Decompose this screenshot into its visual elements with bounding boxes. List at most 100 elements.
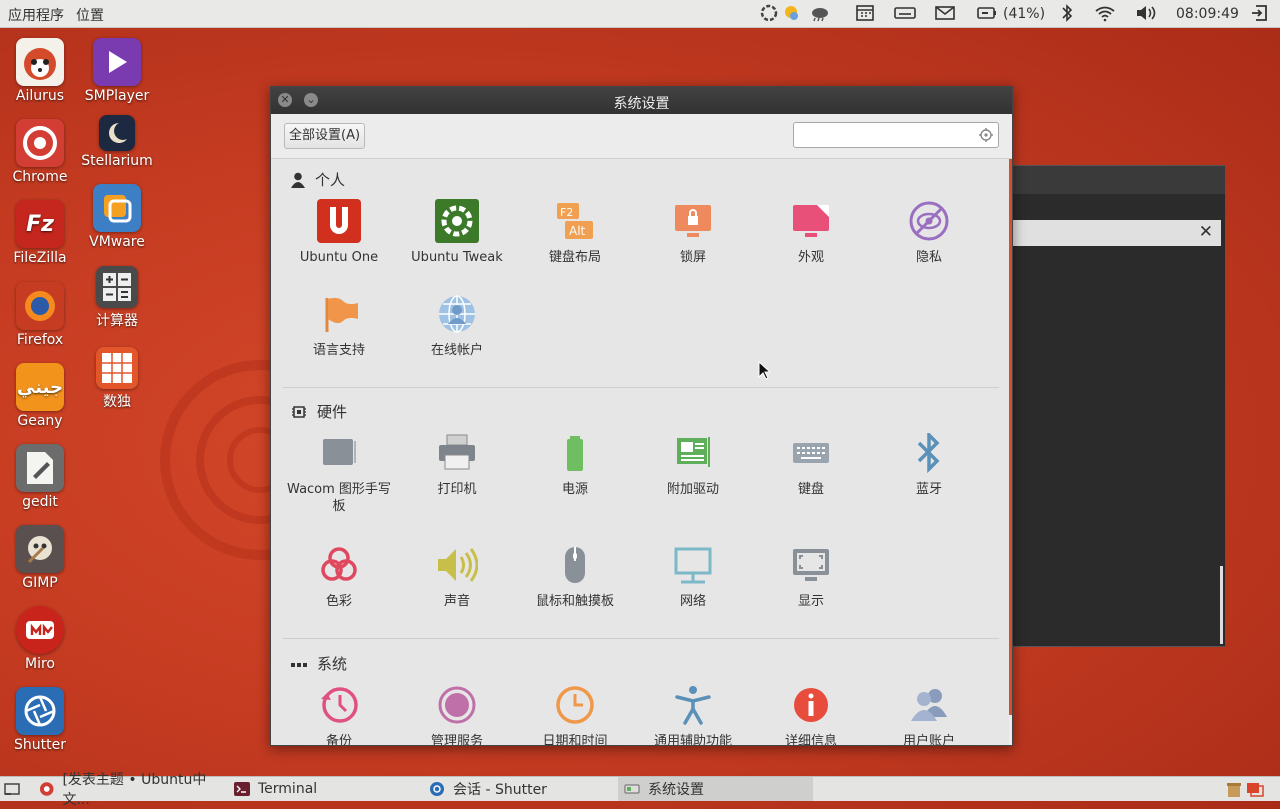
item-online-accounts[interactable]: 在线帐户 xyxy=(401,290,513,359)
background-window-titlebar[interactable] xyxy=(1013,166,1225,194)
show-desktop-icon[interactable] xyxy=(4,781,20,797)
desktop-icon-label: 数独 xyxy=(103,394,131,410)
item-printer[interactable]: 打印机 xyxy=(401,429,513,498)
item-label: Ubuntu One xyxy=(299,250,379,265)
desktop-icon-stellarium[interactable]: Stellarium xyxy=(79,115,155,169)
item-ubuntu-tweak[interactable]: Ubuntu Tweak xyxy=(401,197,513,266)
taskbar-item-shutter[interactable]: 会话 - Shutter xyxy=(423,777,618,801)
sudoku-icon xyxy=(96,347,138,389)
taskbar-item-settings[interactable]: 系统设置 xyxy=(618,777,813,801)
item-power[interactable]: 电源 xyxy=(519,429,631,498)
trash-icon[interactable] xyxy=(1226,780,1242,798)
wifi-icon[interactable] xyxy=(1094,4,1116,22)
taskbar-item-browser[interactable]: [发表主题 • Ubuntu中文... xyxy=(33,772,228,808)
desktop-icon-miro[interactable]: Miro xyxy=(2,606,78,672)
desktop-icon-gedit[interactable]: gedit xyxy=(2,444,78,510)
desktop-icon-calculator[interactable]: 计算器 xyxy=(79,266,155,330)
places-menu[interactable]: 位置 xyxy=(76,5,104,25)
desktop-icon-vmware[interactable]: VMware xyxy=(79,184,155,250)
item-additional-drivers[interactable]: 附加驱动 xyxy=(637,429,749,498)
mail-icon[interactable] xyxy=(935,4,955,22)
ailurus-icon xyxy=(16,38,64,86)
all-settings-button[interactable]: 全部设置(A) xyxy=(284,123,366,149)
weather-sun-icon[interactable] xyxy=(782,4,802,22)
background-window[interactable]: ✕ xyxy=(1012,165,1226,647)
background-window-scrollbar[interactable] xyxy=(1220,566,1223,644)
item-lock-screen[interactable]: 锁屏 xyxy=(637,197,749,266)
item-sound[interactable]: 声音 xyxy=(401,541,513,610)
item-appearance[interactable]: 外观 xyxy=(755,197,867,266)
applications-menu[interactable]: 应用程序 xyxy=(8,5,64,25)
bluetooth-settings-icon xyxy=(905,429,953,477)
item-ubuntu-one[interactable]: Ubuntu One xyxy=(283,197,395,266)
desktop-icon-firefox[interactable]: Firefox xyxy=(2,282,78,348)
item-wacom-tablet[interactable]: Wacom 图形手写板 xyxy=(283,429,395,515)
search-clear-icon[interactable] xyxy=(979,128,993,142)
keyboard-indicator-icon[interactable] xyxy=(894,4,916,22)
chip-icon xyxy=(292,405,306,418)
item-color[interactable]: 色彩 xyxy=(283,541,395,610)
item-label: Ubuntu Tweak xyxy=(411,250,503,265)
desktop-icon-label: 计算器 xyxy=(96,313,138,329)
clock[interactable]: 08:09:49 xyxy=(1176,4,1239,23)
desktop-icon-sudoku[interactable]: 数独 xyxy=(79,347,155,411)
item-accessibility[interactable]: 通用辅助功能 xyxy=(637,681,749,745)
section-title-text: 硬件 xyxy=(317,403,348,421)
item-label: 外观 xyxy=(797,250,824,265)
desktop-icon-chrome[interactable]: Chrome xyxy=(2,119,78,185)
taskbar-item-label: Terminal xyxy=(258,781,318,797)
battery-percent[interactable]: (41%) xyxy=(1003,4,1045,23)
workspace-switcher-icon[interactable] xyxy=(1246,780,1264,798)
stellarium-icon xyxy=(99,115,135,151)
geany-icon: جيني xyxy=(16,363,64,411)
item-network[interactable]: 网络 xyxy=(637,541,749,610)
item-date-time[interactable]: 日期和时间 xyxy=(519,681,631,745)
section-divider xyxy=(283,387,999,388)
item-details[interactable]: 详细信息 xyxy=(755,681,867,745)
item-keyboard[interactable]: 键盘 xyxy=(755,429,867,498)
desktop-icon-label: Shutter xyxy=(14,737,66,753)
item-mouse-touchpad[interactable]: 鼠标和触摸板 xyxy=(519,541,631,610)
item-display[interactable]: 显示 xyxy=(755,541,867,610)
desktop-icon-filezilla[interactable]: Fz FileZilla xyxy=(2,200,78,266)
desktop-icon-geany[interactable]: جيني Geany xyxy=(2,363,78,429)
item-label: 附加驱动 xyxy=(666,482,719,497)
appearance-icon xyxy=(787,197,835,245)
item-manage-services[interactable]: 管理服务 xyxy=(401,681,513,745)
content-scrollbar[interactable] xyxy=(1009,159,1012,715)
bluetooth-icon[interactable] xyxy=(1057,4,1077,22)
calendar-icon[interactable] xyxy=(855,4,875,22)
item-label: 网络 xyxy=(679,594,706,609)
shutter-tray-icon[interactable] xyxy=(759,4,779,22)
shutter-small-icon xyxy=(430,782,444,796)
services-icon xyxy=(433,681,481,729)
item-language-support[interactable]: 语言支持 xyxy=(283,290,395,359)
item-user-accounts[interactable]: 用户账户 xyxy=(873,681,985,745)
item-label: 日期和时间 xyxy=(542,734,608,745)
cloud-icon[interactable] xyxy=(810,4,830,22)
item-backup[interactable]: 备份 xyxy=(283,681,395,745)
search-input[interactable] xyxy=(793,122,999,148)
background-window-tab[interactable]: ✕ xyxy=(1013,220,1221,246)
section-system: 系统 xyxy=(291,653,347,674)
mouse-cursor-icon xyxy=(758,361,772,380)
window-titlebar[interactable]: ✕ ⌄ 系统设置 xyxy=(271,87,1012,114)
item-keyboard-layout[interactable]: F2 Alt 键盘布局 xyxy=(519,197,631,266)
desktop-icon-gimp[interactable]: GIMP xyxy=(2,525,78,591)
session-power-icon[interactable] xyxy=(1250,4,1270,22)
desktop-icon-ailurus[interactable]: Ailurus xyxy=(2,38,78,104)
battery-icon[interactable] xyxy=(977,4,997,22)
taskbar-item-label: 会话 - Shutter xyxy=(453,782,547,798)
clock-icon xyxy=(551,681,599,729)
item-bluetooth[interactable]: 蓝牙 xyxy=(873,429,985,498)
taskbar-item-terminal[interactable]: Terminal xyxy=(228,777,423,801)
shutter-icon xyxy=(16,687,64,735)
item-label: Wacom 图形手写板 xyxy=(287,482,391,514)
volume-icon[interactable] xyxy=(1135,4,1157,22)
item-privacy[interactable]: 隐私 xyxy=(873,197,985,266)
network-monitor-icon xyxy=(669,541,717,589)
section-title-text: 个人 xyxy=(315,171,346,189)
desktop-icon-shutter[interactable]: Shutter xyxy=(2,687,78,753)
desktop-icon-smplayer[interactable]: SMPlayer xyxy=(79,38,155,104)
close-tab-icon[interactable]: ✕ xyxy=(1199,222,1213,242)
